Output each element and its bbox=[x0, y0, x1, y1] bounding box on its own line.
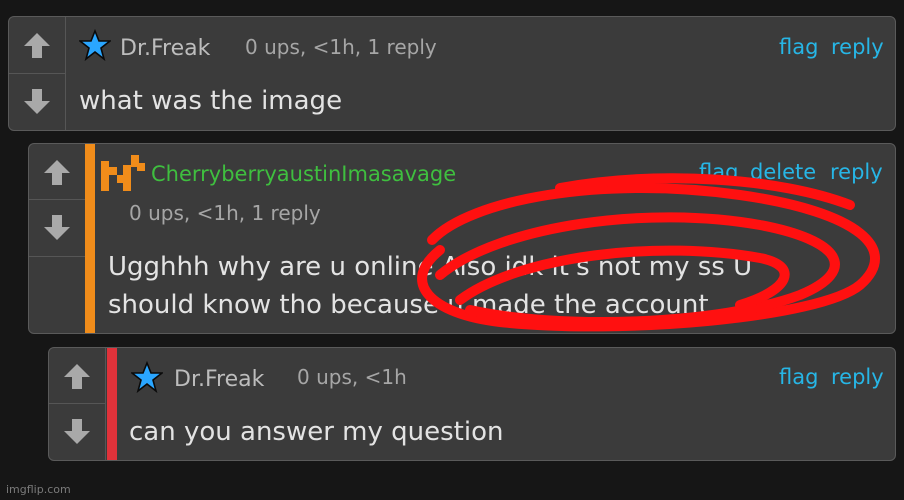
flag-link[interactable]: flag bbox=[699, 160, 738, 184]
username[interactable]: Dr.Freak bbox=[174, 367, 264, 392]
reply-indent-bar bbox=[85, 144, 95, 333]
reply-link[interactable]: reply bbox=[830, 160, 883, 184]
reply-indent-bar bbox=[107, 348, 117, 460]
vote-column bbox=[9, 17, 66, 130]
delete-link[interactable]: delete bbox=[750, 160, 816, 184]
reply-link[interactable]: reply bbox=[831, 365, 884, 389]
comment-text: what was the image bbox=[79, 86, 343, 116]
star-icon bbox=[131, 361, 163, 393]
downvote-button[interactable] bbox=[9, 74, 65, 131]
reply-link[interactable]: reply bbox=[831, 35, 884, 59]
arrow-down-icon bbox=[24, 88, 50, 114]
username[interactable]: CherryberryaustinImasavage bbox=[151, 162, 456, 186]
upvote-button[interactable] bbox=[9, 17, 65, 74]
vote-column bbox=[49, 348, 106, 460]
comment-meta: 0 ups, <1h bbox=[297, 365, 407, 389]
arrow-down-icon bbox=[44, 215, 70, 240]
flag-link[interactable]: flag bbox=[779, 365, 818, 389]
upvote-button[interactable] bbox=[29, 144, 85, 200]
pixel-avatar-icon bbox=[101, 155, 145, 191]
comment-text-line-2: should know tho because u made the accou… bbox=[108, 290, 709, 320]
arrow-up-icon bbox=[24, 32, 50, 58]
comment-text-line-1: Ugghhh why are u online Also idk it's no… bbox=[108, 252, 753, 282]
username[interactable]: Dr.Freak bbox=[120, 36, 210, 61]
comment-card: CherryberryaustinImasavage flag delete r… bbox=[28, 143, 896, 334]
star-icon bbox=[79, 29, 111, 61]
upvote-button[interactable] bbox=[49, 348, 105, 404]
comment-meta: 0 ups, <1h, 1 reply bbox=[129, 201, 321, 225]
comment-card: Dr.Freak 0 ups, <1h flag reply can you a… bbox=[48, 347, 896, 461]
vote-column bbox=[29, 144, 86, 257]
downvote-button[interactable] bbox=[29, 200, 85, 256]
arrow-down-icon bbox=[64, 419, 90, 444]
downvote-button[interactable] bbox=[49, 404, 105, 460]
watermark-text: imgflip.com bbox=[6, 483, 71, 496]
flag-link[interactable]: flag bbox=[779, 35, 818, 59]
arrow-up-icon bbox=[64, 363, 90, 389]
comment-meta: 0 ups, <1h, 1 reply bbox=[245, 35, 437, 59]
comment-card: Dr.Freak 0 ups, <1h, 1 reply flag reply … bbox=[8, 16, 896, 131]
arrow-up-icon bbox=[44, 159, 70, 185]
comment-text: can you answer my question bbox=[129, 417, 504, 447]
